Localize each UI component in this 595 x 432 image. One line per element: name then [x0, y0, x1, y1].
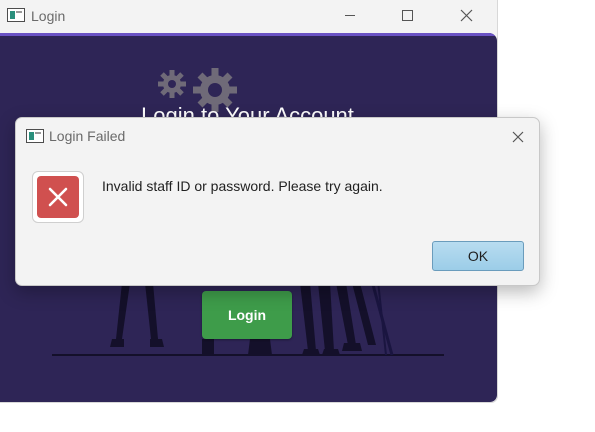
minimize-icon — [345, 15, 355, 16]
login-button[interactable]: Login — [202, 291, 292, 339]
login-failed-dialog: Login Failed Invalid staff ID or passwor… — [15, 117, 540, 286]
maximize-button[interactable] — [384, 0, 430, 32]
gear-icon — [158, 70, 186, 98]
minimize-button[interactable] — [327, 0, 373, 32]
maximize-icon — [402, 10, 413, 21]
login-window-titlebar[interactable]: Login — [0, 0, 497, 33]
dialog-title: Login Failed — [49, 128, 126, 144]
dialog-close-button[interactable] — [501, 124, 535, 150]
desktop: Login Login to Your Account Login Login … — [0, 0, 595, 432]
dialog-app-icon — [26, 129, 44, 143]
close-button[interactable] — [443, 0, 489, 32]
close-icon — [512, 131, 524, 143]
close-icon — [460, 9, 473, 22]
app-icon — [7, 8, 25, 22]
ok-button[interactable]: OK — [432, 241, 524, 271]
window-title: Login — [31, 8, 66, 24]
error-message: Invalid staff ID or password. Please try… — [102, 178, 383, 194]
error-icon — [32, 171, 84, 223]
